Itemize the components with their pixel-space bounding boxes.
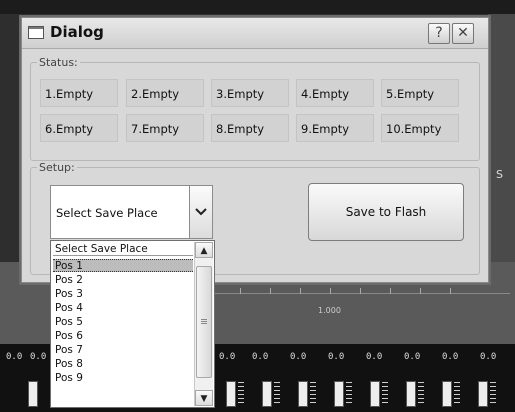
fader-handle[interactable] <box>28 381 38 407</box>
background-side-label: S <box>496 168 503 181</box>
dropdown-option[interactable]: Pos 8 <box>53 358 193 371</box>
fader-scale <box>238 382 244 404</box>
status-slot-5: 5.Empty <box>381 79 459 107</box>
meter-value: 0.0 <box>366 352 383 362</box>
status-slot-7: 7.Empty <box>126 114 204 142</box>
ruler-tick <box>390 288 391 294</box>
window-icon <box>28 26 44 39</box>
scrollbar-thumb[interactable] <box>196 266 212 378</box>
dropdown-option[interactable]: Pos 3 <box>53 288 193 301</box>
ruler-tick <box>360 288 361 294</box>
fader-scale <box>454 382 460 404</box>
meter-value: 0.0 <box>219 352 236 362</box>
meter-value: 0.0 <box>442 352 459 362</box>
ruler-tick <box>330 288 331 294</box>
ruler-tick <box>450 288 451 294</box>
fader-handle[interactable] <box>370 381 380 407</box>
ruler-tick <box>420 288 421 294</box>
fader-scale <box>382 382 388 404</box>
fader-handle[interactable] <box>262 381 272 407</box>
status-slot-1: 1.Empty <box>40 79 118 107</box>
dialog-title: Dialog <box>50 23 104 41</box>
fader-handle[interactable] <box>406 381 416 407</box>
fader-handle[interactable] <box>442 381 452 407</box>
status-slot-9: 9.Empty <box>296 114 374 142</box>
dropdown-option[interactable]: Pos 6 <box>53 330 193 343</box>
setup-group-label: Setup: <box>39 161 75 174</box>
ruler-tick <box>270 288 271 294</box>
meter-value: 0.0 <box>290 352 307 362</box>
fader-scale <box>310 382 316 404</box>
ruler-tick <box>240 288 241 294</box>
dropdown-option-highlighted[interactable]: Pos 1 <box>53 259 193 272</box>
chevron-down-icon[interactable] <box>189 186 212 238</box>
ruler-tick <box>300 288 301 294</box>
meter-value: 0.0 <box>328 352 345 362</box>
status-slot-10: 10.Empty <box>381 114 459 142</box>
scroll-down-arrow-icon[interactable]: ▼ <box>195 390 213 406</box>
fader-scale <box>418 382 424 404</box>
ruler-label: 1.000 <box>318 306 341 315</box>
status-slot-6: 6.Empty <box>40 114 118 142</box>
status-group: Status: <box>30 56 480 161</box>
meter-value: 0.0 <box>6 352 23 362</box>
help-button[interactable]: ? <box>428 23 450 44</box>
fader-scale <box>274 382 280 404</box>
dropdown-option[interactable]: Pos 7 <box>53 344 193 357</box>
status-slot-4: 4.Empty <box>296 79 374 107</box>
status-group-label: Status: <box>39 56 78 69</box>
meter-value: 0.0 <box>30 352 47 362</box>
dropdown-option[interactable]: Pos 9 <box>53 372 193 385</box>
fader-handle[interactable] <box>334 381 344 407</box>
meter-value: 0.0 <box>404 352 421 362</box>
dropdown-scrollbar[interactable]: ▲ ▼ <box>194 242 213 406</box>
dropdown-option[interactable]: Select Save Place <box>53 243 193 256</box>
dropdown-option[interactable]: Pos 4 <box>53 302 193 315</box>
fader-handle[interactable] <box>298 381 308 407</box>
background-top-band <box>0 0 515 14</box>
status-slot-3: 3.Empty <box>211 79 289 107</box>
scroll-up-arrow-icon[interactable]: ▲ <box>195 242 213 258</box>
save-place-dropdown-list[interactable]: Select Save Place Pos 1 Pos 2 Pos 3 Pos … <box>50 240 215 408</box>
save-to-flash-button[interactable]: Save to Flash <box>308 183 464 241</box>
dropdown-option[interactable]: Pos 2 <box>53 274 193 287</box>
fader-scale <box>346 382 352 404</box>
dialog-titlebar[interactable]: Dialog ? ✕ <box>22 18 488 49</box>
status-slot-2: 2.Empty <box>126 79 204 107</box>
save-place-select[interactable]: Select Save Place <box>50 185 213 239</box>
save-place-select-value: Select Save Place <box>56 206 158 220</box>
fader-scale <box>490 382 496 404</box>
meter-value: 0.0 <box>480 352 497 362</box>
dropdown-option[interactable]: Pos 5 <box>53 316 193 329</box>
fader-handle[interactable] <box>226 381 236 407</box>
status-slot-8: 8.Empty <box>211 114 289 142</box>
meter-value: 0.0 <box>252 352 269 362</box>
close-button[interactable]: ✕ <box>452 23 474 44</box>
grip-icon <box>201 319 207 325</box>
fader-handle[interactable] <box>478 381 488 407</box>
